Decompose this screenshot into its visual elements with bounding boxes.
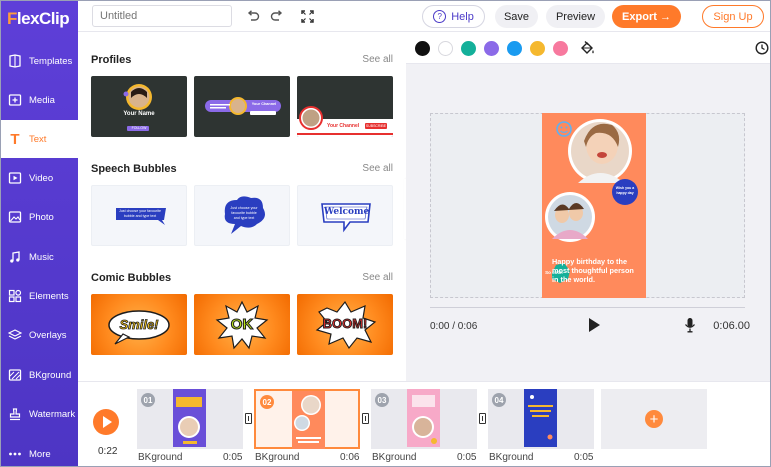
sidebar-item-label: BKground	[29, 369, 72, 381]
sidebar-item-video[interactable]: Video	[1, 159, 78, 197]
signup-button[interactable]: Sign Up	[702, 5, 764, 28]
app-logo[interactable]: FlexClip	[7, 9, 70, 29]
color-toolbar	[406, 32, 770, 64]
card-greeting-text[interactable]: Happy birthday to the most thoughtful pe…	[552, 257, 642, 284]
undo-icon[interactable]	[244, 7, 262, 25]
transition-icon[interactable]	[362, 413, 369, 424]
section-title-speech-bubbles: Speech Bubbles	[91, 163, 177, 175]
sidebar-item-music[interactable]: Music	[1, 238, 78, 276]
sidebar-item-label: Video	[29, 172, 54, 184]
scene-card-2[interactable]: 02	[254, 389, 360, 449]
elements-icon	[7, 288, 23, 304]
sidebar-item-watermark[interactable]: Watermark	[1, 395, 78, 433]
sidebar-item-bkground[interactable]: BKground	[1, 356, 78, 394]
music-icon	[7, 249, 23, 265]
video-icon	[7, 170, 23, 186]
birthday-card-scene[interactable]: Wish you a happy day So cool! So cool! H…	[542, 113, 646, 298]
redo-icon[interactable]	[268, 7, 286, 25]
text-icon: T	[10, 130, 20, 148]
transition-icon[interactable]	[479, 413, 486, 424]
export-button[interactable]: Export →	[612, 5, 681, 28]
media-icon	[7, 92, 23, 108]
see-all-comic-link[interactable]: See all	[362, 272, 393, 283]
comic-bubble-template-2[interactable]: OK	[194, 294, 290, 355]
save-button[interactable]: Save	[495, 5, 538, 28]
top-toolbar: ?Help Save Preview Export → Sign Up	[78, 1, 770, 32]
sidebar-item-label: Media	[29, 94, 55, 106]
text-library-panel: Profiles See all Your Name FOLLOW Your C…	[78, 32, 406, 381]
more-icon	[7, 446, 23, 462]
timeline-play-button[interactable]	[93, 409, 119, 435]
sidebar-item-label: Text	[29, 133, 47, 145]
comic-bubble-template-3[interactable]: BOOM!	[297, 294, 393, 355]
help-icon: ?	[433, 10, 447, 23]
color-swatch-black[interactable]	[415, 41, 430, 56]
preview-time-current: 0:00 / 0:06	[430, 321, 478, 332]
sidebar-item-text[interactable]: T Text	[1, 120, 78, 158]
comic-bubble-template-1[interactable]: Smile!	[91, 294, 187, 355]
see-all-speech-link[interactable]: See all	[362, 163, 393, 174]
sidebar-item-label: Music	[29, 251, 54, 263]
speech-bubble-template-2[interactable]: Just choose your favourite bubble and ty…	[194, 185, 290, 246]
scene-thumbnail	[407, 389, 440, 447]
color-swatch-teal[interactable]	[461, 41, 476, 56]
sidebar-item-label: Templates	[29, 55, 73, 67]
color-swatch-purple[interactable]	[484, 41, 499, 56]
preview-progress-track[interactable]	[430, 307, 745, 308]
section-title-profiles: Profiles	[91, 54, 132, 66]
preview-time-total: 0:06.00	[713, 320, 750, 332]
speech-bubble-template-3[interactable]: Welcome	[297, 185, 393, 246]
scene-card-4[interactable]: 04	[488, 389, 594, 449]
preview-play-icon[interactable]	[589, 318, 600, 332]
overlays-icon	[7, 327, 23, 343]
speech-bubble-template-1[interactable]: Just choose your favourite bubble and ty…	[91, 185, 187, 246]
color-swatch-pink[interactable]	[553, 41, 568, 56]
add-scene-button[interactable]: +	[601, 389, 707, 449]
scene-card-3[interactable]: 03	[371, 389, 477, 449]
sidebar-item-label: Photo	[29, 211, 54, 223]
sidebar-item-photo[interactable]: Photo	[1, 198, 78, 236]
color-swatch-blue[interactable]	[507, 41, 522, 56]
scene-card-1[interactable]: 01	[137, 389, 243, 449]
background-icon	[7, 367, 23, 383]
section-title-comic-bubbles: Comic Bubbles	[91, 272, 172, 284]
arrow-right-icon: →	[659, 10, 671, 23]
color-swatch-yellow[interactable]	[530, 41, 545, 56]
project-title-input[interactable]	[92, 5, 232, 27]
sidebar-item-elements[interactable]: Elements	[1, 277, 78, 315]
scene-timeline: 0:22 01 BKground 0:05 02 BKground 0:06 0…	[78, 381, 770, 466]
watermark-icon	[7, 406, 23, 422]
profile-template-1[interactable]: Your Name FOLLOW	[91, 76, 187, 137]
sidebar-item-label: Overlays	[29, 329, 67, 341]
fullscreen-icon[interactable]	[298, 7, 316, 25]
sidebar-item-label: Elements	[29, 290, 69, 302]
color-swatch-white[interactable]	[438, 41, 453, 56]
sidebar-item-more[interactable]: More	[1, 435, 78, 466]
sidebar-item-overlays[interactable]: Overlays	[1, 316, 78, 354]
sidebar-item-label: Watermark	[29, 408, 76, 420]
badge-top-text: Wish you a happy day	[615, 186, 635, 195]
scene-thumbnail	[173, 389, 206, 447]
preview-button[interactable]: Preview	[546, 5, 605, 28]
scene-thumbnail	[524, 389, 557, 447]
photo-icon	[7, 209, 23, 225]
microphone-icon[interactable]	[684, 317, 696, 333]
sidebar-item-label: More	[29, 448, 51, 460]
profile-template-3[interactable]: Your Channel SUBSCRIBE	[297, 76, 393, 137]
see-all-profiles-link[interactable]: See all	[362, 54, 393, 65]
sidebar-item-media[interactable]: Media	[1, 81, 78, 119]
clock-icon[interactable]	[755, 41, 769, 55]
plus-icon: +	[645, 410, 663, 428]
templates-icon	[7, 53, 23, 69]
app-window: FlexClip Templates Media T Text Video Ph…	[0, 0, 771, 467]
help-button[interactable]: ? Help	[422, 5, 485, 28]
paint-bucket-icon[interactable]	[579, 40, 595, 56]
canvas-area: Wish you a happy day So cool! So cool! H…	[406, 32, 770, 381]
scene-thumbnail	[292, 391, 325, 449]
sidebar-item-templates[interactable]: Templates	[1, 42, 78, 80]
timeline-current-time: 0:22	[98, 446, 118, 457]
profile-template-2[interactable]: Your Channel	[194, 76, 290, 137]
transition-icon[interactable]	[245, 413, 252, 424]
sidebar: FlexClip Templates Media T Text Video Ph…	[1, 1, 78, 466]
